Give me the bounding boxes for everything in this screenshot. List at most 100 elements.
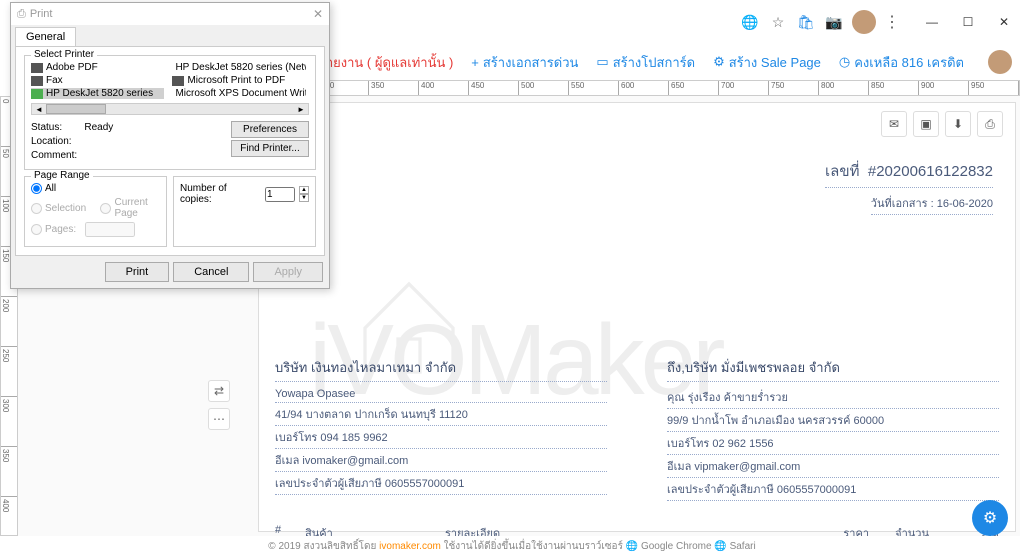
postcard-link[interactable]: ▭สร้างโปสการ์ด <box>596 52 695 73</box>
page-range-label: Page Range <box>31 170 93 181</box>
printer-icon <box>172 76 184 86</box>
from-email[interactable]: อีเมล ivomaker@gmail.com <box>275 449 607 472</box>
print-action-button[interactable]: Print <box>105 262 170 282</box>
anchor-more-button[interactable]: ⋯ <box>208 408 230 430</box>
to-address[interactable]: 99/9 ปากน้ำโพ อำเภอเมือง นครสวรรค์ 60000 <box>667 409 999 432</box>
report-link[interactable]: รายงาน ( ผู้ดูแลเท่านั้น ) <box>319 52 453 73</box>
col-index: # <box>275 521 305 536</box>
pages-input <box>85 222 135 237</box>
copies-group: Number of copies: ▲▼ <box>173 176 316 247</box>
to-phone[interactable]: เบอร์โทร 02 962 1556 <box>667 432 999 455</box>
radio-all[interactable] <box>31 183 42 194</box>
from-tax[interactable]: เลขประจำตัวผู้เสียภาษี 0605557000091 <box>275 472 607 495</box>
translate-icon[interactable]: 🌐 <box>740 12 760 32</box>
camera-icon[interactable]: 📷 <box>824 12 844 32</box>
select-printer-label: Select Printer <box>31 49 97 60</box>
window-controls: — ☐ ✕ <box>920 10 1016 34</box>
printer-item[interactable]: Microsoft Print to PDF <box>172 75 305 86</box>
dialog-actions: Print Cancel Apply <box>11 256 329 288</box>
from-address[interactable]: 41/94 บางตลาด ปากเกร็ด นนทบุรี 11120 <box>275 403 607 426</box>
download-button[interactable]: ⬇ <box>945 111 971 137</box>
quick-doc-link[interactable]: +สร้างเอกสารด่วน <box>471 52 578 73</box>
to-party: ถึง,บริษัท มั่งมีเพชรพลอย จำกัด คุณ รุ่ง… <box>667 355 999 501</box>
copies-spinner[interactable]: ▲▼ <box>299 186 309 202</box>
preferences-button[interactable]: Preferences <box>231 121 309 138</box>
from-phone[interactable]: เบอร์โทร 094 185 9962 <box>275 426 607 449</box>
gear-icon: ⚙ <box>713 54 725 70</box>
col-qty: จำนวน <box>869 521 929 536</box>
dialog-close-button[interactable]: ✕ <box>313 7 323 21</box>
printer-scrollbar[interactable]: ◄► <box>31 103 309 115</box>
printer-icon <box>31 76 43 86</box>
to-tax[interactable]: เลขประจำตัวผู้เสียภาษี 0605557000091 <box>667 478 999 501</box>
cancel-button[interactable]: Cancel <box>173 262 249 282</box>
image-button[interactable]: ▣ <box>913 111 939 137</box>
clock-icon: ◷ <box>839 54 850 70</box>
print-button[interactable]: ⎙ <box>977 111 1003 137</box>
profile-avatar[interactable] <box>852 10 876 34</box>
tab-general[interactable]: General <box>15 27 76 46</box>
card-icon: ▭ <box>596 54 608 70</box>
radio-pages <box>31 224 42 235</box>
email-button[interactable]: ✉ <box>881 111 907 137</box>
parties-section: บริษัท เงินทองไหลมาเทมา จำกัด Yowapa Opa… <box>275 355 999 501</box>
printer-item[interactable]: Adobe PDF <box>31 62 164 73</box>
table-header: # สินค้า รายละเอียด ราคา จำนวน รวม <box>275 521 999 536</box>
anchor-swap-button[interactable]: ⇄ <box>208 380 230 402</box>
from-party: บริษัท เงินทองไหลมาเทมา จำกัด Yowapa Opa… <box>275 355 607 501</box>
doc-number: #20200616122832 <box>868 163 993 180</box>
col-detail: รายละเอียด <box>445 521 799 536</box>
printer-item[interactable]: Microsoft XPS Document Writer <box>172 88 305 99</box>
salepage-link[interactable]: ⚙สร้าง Sale Page <box>713 52 821 73</box>
to-title[interactable]: ถึง,บริษัท มั่งมีเพชรพลอย จำกัด <box>667 355 999 382</box>
dialog-title: Print <box>30 8 53 20</box>
close-button[interactable]: ✕ <box>992 10 1016 34</box>
to-email[interactable]: อีเมล vipmaker@gmail.com <box>667 455 999 478</box>
from-title[interactable]: บริษัท เงินทองไหลมาเทมา จำกัด <box>275 355 607 382</box>
col-name: สินค้า <box>305 521 445 536</box>
dialog-tabs: General <box>11 25 329 46</box>
footer-link[interactable]: ivomaker.com <box>379 541 441 552</box>
printer-item[interactable]: Fax <box>31 75 164 86</box>
radio-current-page <box>100 203 111 214</box>
dialog-titlebar[interactable]: ⎙ Print ✕ <box>11 3 329 25</box>
minimize-button[interactable]: — <box>920 10 944 34</box>
shopping-bag-icon[interactable]: 🛍 <box>796 12 816 32</box>
anchor-buttons: ⇄ ⋯ <box>208 380 230 430</box>
radio-selection <box>31 203 42 214</box>
printer-item[interactable]: HP DeskJet 5820 series (Network <box>172 62 305 73</box>
items-table: # สินค้า รายละเอียด ราคา จำนวน รวม 1 ชื่… <box>275 521 999 536</box>
from-contact[interactable]: Yowapa Opasee <box>275 386 607 403</box>
kebab-menu-icon[interactable]: ⋮ <box>884 12 900 32</box>
settings-fab[interactable]: ⚙ <box>972 500 1008 536</box>
dialog-body: Select Printer Adobe PDF HP DeskJet 5820… <box>15 46 325 256</box>
to-contact[interactable]: คุณ รุ่งเรือง ค้าขายร่ำรวย <box>667 386 999 409</box>
print-dialog: ⎙ Print ✕ General Select Printer Adobe PD… <box>10 2 330 289</box>
document-page: ✉ ▣ ⬇ ⎙ เลขที่ #20200616122832 วันที่เอก… <box>258 102 1016 532</box>
printer-group: Select Printer Adobe PDF HP DeskJet 5820… <box>24 55 316 170</box>
printer-item-selected[interactable]: HP DeskJet 5820 series <box>31 88 164 99</box>
document-header: เลขที่ #20200616122832 วันที่เอกสาร : 16… <box>275 159 993 215</box>
copies-label: Number of copies: <box>180 183 261 205</box>
plus-icon: + <box>471 55 479 70</box>
copies-input[interactable] <box>265 187 295 202</box>
range-selection: Selection Current Page <box>31 197 160 219</box>
page-range-group: Page Range All Selection Current Page Pa… <box>24 176 167 247</box>
range-pages: Pages: <box>31 222 160 237</box>
document-toolbar: ✉ ▣ ⬇ ⎙ <box>881 111 1003 137</box>
printer-list: Adobe PDF HP DeskJet 5820 series (Networ… <box>31 62 309 99</box>
col-price: ราคา <box>799 521 869 536</box>
page-footer: © 2019 สงวนลิขสิทธิ์โดย ivomaker.com ใช้… <box>0 539 1024 554</box>
user-avatar[interactable] <box>988 50 1012 74</box>
maximize-button[interactable]: ☐ <box>956 10 980 34</box>
printer-icon <box>31 63 43 73</box>
printer-icon: ⎙ <box>17 8 26 21</box>
bookmark-star-icon[interactable]: ☆ <box>768 12 788 32</box>
printer-check-icon <box>31 89 43 99</box>
printer-status: Status: Ready Location: Comment: <box>31 121 113 163</box>
doc-date: 16-06-2020 <box>937 198 993 210</box>
doc-number-label: เลขที่ <box>825 163 859 180</box>
credit-balance[interactable]: ◷คงเหลือ 816 เครดิต <box>839 52 964 73</box>
range-all[interactable]: All <box>31 183 160 194</box>
find-printer-button[interactable]: Find Printer... <box>231 140 309 157</box>
